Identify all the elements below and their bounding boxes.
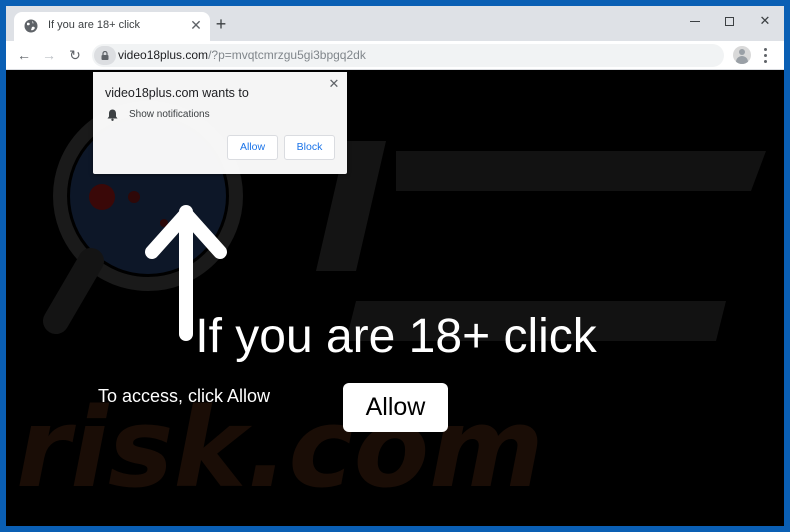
url-path: /?p=mvqtcmrzgu5gi3bpgq2dk	[208, 48, 366, 62]
close-window-button[interactable]: ✕	[750, 10, 780, 32]
lock-icon	[101, 51, 109, 60]
back-button[interactable]: ←	[14, 45, 34, 65]
page-headline: If you are 18+ click	[195, 310, 597, 363]
minimize-button[interactable]	[680, 10, 710, 32]
reload-button[interactable]: ↻	[65, 45, 85, 65]
permission-text: Show notifications	[129, 109, 210, 120]
page-content: risk.com If you are 18+ click To access,…	[6, 71, 784, 526]
page-allow-button[interactable]: Allow	[343, 383, 448, 432]
profile-avatar-icon[interactable]	[733, 46, 751, 64]
access-instruction-text: To access, click Allow	[98, 386, 271, 406]
tab-title: If you are 18+ click	[48, 19, 141, 31]
browser-toolbar: ← → ↻ video18plus.com/?p=mvqtcmrzgu5gi3b…	[6, 41, 784, 70]
popup-close-icon[interactable]: ✕	[327, 77, 341, 91]
tab-strip: If you are 18+ click ✕ + ✕	[6, 6, 784, 41]
close-icon: ✕	[759, 13, 771, 28]
popup-block-button[interactable]: Block	[284, 135, 335, 160]
maximize-icon	[724, 17, 734, 27]
browser-tab[interactable]: If you are 18+ click ✕	[14, 12, 210, 41]
browser-window: If you are 18+ click ✕ + ✕ ← → ↻ video18…	[6, 6, 784, 526]
url-text[interactable]: video18plus.com/?p=mvqtcmrzgu5gi3bpgq2dk	[118, 48, 366, 62]
url-host: video18plus.com	[118, 48, 209, 62]
svg-text:risk.com: risk.com	[16, 384, 544, 512]
site-info-button[interactable]	[94, 46, 116, 65]
kebab-menu-icon[interactable]	[758, 46, 772, 64]
globe-icon	[24, 19, 38, 33]
maximize-button[interactable]	[714, 10, 744, 32]
minimize-icon	[690, 21, 700, 23]
notification-permission-popup: video18plus.com wants to ✕ Show notifica…	[93, 72, 347, 174]
close-tab-icon[interactable]: ✕	[188, 17, 204, 33]
address-bar[interactable]: video18plus.com/?p=mvqtcmrzgu5gi3bpgq2dk…	[92, 44, 724, 67]
forward-button[interactable]: →	[39, 45, 59, 65]
popup-title: video18plus.com wants to	[105, 86, 249, 100]
bell-icon	[107, 109, 118, 121]
popup-allow-button[interactable]: Allow	[227, 135, 278, 160]
new-tab-button[interactable]: +	[212, 15, 230, 33]
